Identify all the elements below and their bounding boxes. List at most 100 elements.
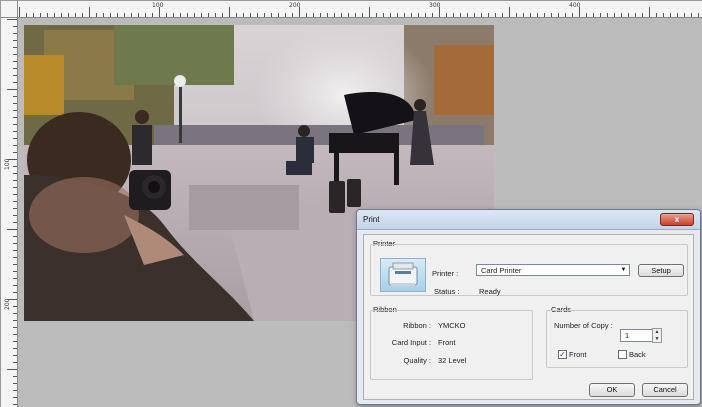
ruler-tick bbox=[488, 13, 489, 17]
ruler-tick bbox=[13, 264, 17, 265]
copies-label: Number of Copy : bbox=[554, 321, 613, 330]
ruler-tick bbox=[628, 13, 629, 17]
ruler-tick bbox=[13, 271, 17, 272]
ruler-tick bbox=[13, 348, 17, 349]
ruler-tick bbox=[131, 13, 132, 17]
app-window: 100 200 300 400 100 200 Print x Printer … bbox=[0, 0, 702, 407]
ruler-tick bbox=[13, 33, 17, 34]
ruler-h-label-100: 100 bbox=[152, 2, 164, 9]
ruler-tick bbox=[13, 82, 17, 83]
ruler-tick bbox=[334, 13, 335, 17]
cancel-button[interactable]: Cancel bbox=[642, 383, 688, 397]
ruler-tick bbox=[13, 376, 17, 377]
ruler-tick bbox=[593, 13, 594, 17]
ruler-v-label-200: 200 bbox=[4, 298, 11, 310]
ruler-tick bbox=[243, 13, 244, 17]
status-value: Ready bbox=[479, 287, 501, 296]
printer-label: Printer : bbox=[432, 269, 459, 278]
ruler-tick bbox=[13, 362, 17, 363]
copies-value: 1 bbox=[625, 331, 630, 340]
ruler-tick bbox=[13, 355, 17, 356]
card-input-value: Front bbox=[438, 338, 456, 347]
vertical-ruler: 100 200 bbox=[1, 18, 18, 407]
ruler-tick bbox=[222, 13, 223, 17]
ruler-tick bbox=[621, 13, 622, 17]
ruler-tick bbox=[404, 13, 405, 17]
ruler-tick bbox=[397, 13, 398, 17]
horizontal-ruler: 100 200 300 400 bbox=[1, 1, 702, 18]
ruler-tick bbox=[439, 7, 440, 17]
ruler-tick bbox=[285, 13, 286, 17]
ruler-tick bbox=[7, 19, 17, 20]
ruler-tick bbox=[13, 404, 17, 405]
ruler-tick bbox=[698, 13, 699, 17]
back-checkbox[interactable] bbox=[618, 350, 627, 359]
chevron-down-icon[interactable]: ▼ bbox=[653, 336, 661, 342]
close-button[interactable]: x bbox=[660, 213, 694, 226]
ruler-tick bbox=[509, 7, 510, 17]
printer-select[interactable]: Card Printer ▼ bbox=[476, 264, 630, 276]
chevron-up-icon[interactable]: ▲ bbox=[653, 329, 661, 335]
ruler-tick bbox=[264, 13, 265, 17]
ruler-tick bbox=[13, 166, 17, 167]
ruler-tick bbox=[341, 13, 342, 17]
ribbon-label: Ribbon : bbox=[403, 321, 431, 330]
dialog-title: Print bbox=[363, 215, 380, 224]
ruler-tick bbox=[663, 13, 664, 17]
ruler-tick bbox=[649, 7, 650, 17]
ruler-tick bbox=[236, 13, 237, 17]
ruler-tick bbox=[13, 201, 17, 202]
ruler-tick bbox=[306, 13, 307, 17]
chevron-down-icon[interactable]: ▼ bbox=[618, 265, 629, 275]
ruler-corner bbox=[1, 1, 18, 18]
ruler-tick bbox=[383, 13, 384, 17]
ruler-tick bbox=[13, 194, 17, 195]
ruler-tick bbox=[656, 13, 657, 17]
ruler-tick bbox=[376, 13, 377, 17]
ruler-tick bbox=[117, 13, 118, 17]
ruler-tick bbox=[327, 13, 328, 17]
ruler-tick bbox=[13, 390, 17, 391]
copies-stepper[interactable]: ▲ ▼ bbox=[652, 328, 662, 343]
ruler-tick bbox=[13, 208, 17, 209]
ruler-tick bbox=[13, 278, 17, 279]
dialog-titlebar[interactable]: Print x bbox=[357, 210, 700, 230]
ruler-tick bbox=[530, 13, 531, 17]
ruler-tick bbox=[201, 13, 202, 17]
ruler-tick bbox=[215, 13, 216, 17]
ruler-tick bbox=[13, 257, 17, 258]
ruler-tick bbox=[684, 13, 685, 17]
ruler-tick bbox=[495, 13, 496, 17]
ruler-tick bbox=[586, 13, 587, 17]
ruler-tick bbox=[19, 7, 20, 17]
ruler-tick bbox=[13, 180, 17, 181]
ruler-tick bbox=[13, 341, 17, 342]
front-label: Front bbox=[569, 350, 587, 359]
close-icon: x bbox=[674, 215, 680, 224]
ruler-tick bbox=[194, 13, 195, 17]
ruler-tick bbox=[7, 369, 17, 370]
ruler-tick bbox=[460, 13, 461, 17]
setup-button[interactable]: Setup bbox=[638, 264, 684, 277]
ruler-tick bbox=[299, 7, 300, 17]
ruler-tick bbox=[13, 383, 17, 384]
ok-button[interactable]: OK bbox=[589, 383, 635, 397]
ruler-tick bbox=[33, 13, 34, 17]
ruler-tick bbox=[362, 13, 363, 17]
ruler-tick bbox=[7, 89, 17, 90]
ruler-tick bbox=[13, 215, 17, 216]
front-checkbox[interactable]: ✓ bbox=[558, 350, 567, 359]
ruler-tick bbox=[13, 327, 17, 328]
ruler-tick bbox=[691, 13, 692, 17]
ruler-tick bbox=[13, 313, 17, 314]
ruler-tick bbox=[173, 13, 174, 17]
ruler-tick bbox=[13, 292, 17, 293]
ruler-tick bbox=[13, 75, 17, 76]
ruler-tick bbox=[110, 13, 111, 17]
ruler-tick bbox=[13, 54, 17, 55]
ruler-tick bbox=[180, 13, 181, 17]
ruler-tick bbox=[411, 13, 412, 17]
ruler-tick bbox=[453, 13, 454, 17]
ruler-tick bbox=[348, 13, 349, 17]
ruler-tick bbox=[124, 13, 125, 17]
